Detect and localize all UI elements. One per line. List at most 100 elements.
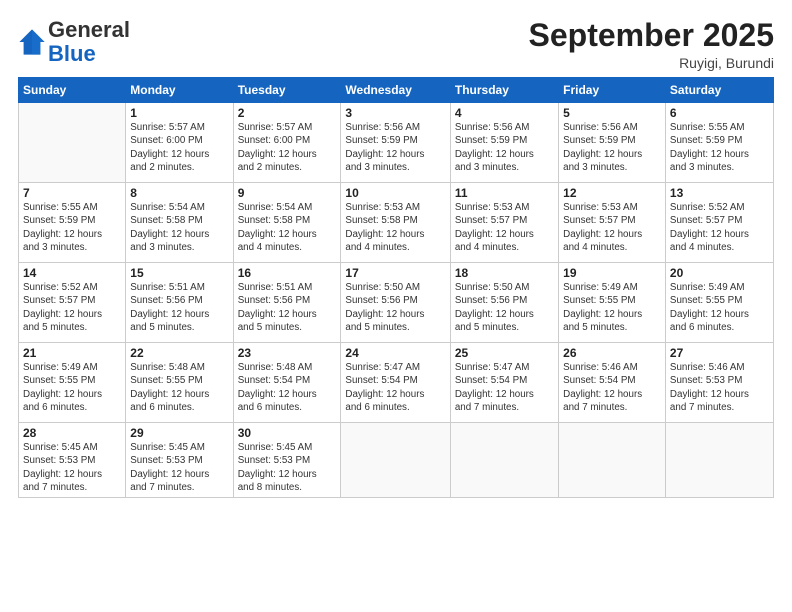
col-header-thursday: Thursday <box>450 78 558 103</box>
day-cell: 21Sunrise: 5:49 AM Sunset: 5:55 PM Dayli… <box>19 343 126 423</box>
logo-line1: General <box>48 17 130 42</box>
day-cell: 24Sunrise: 5:47 AM Sunset: 5:54 PM Dayli… <box>341 343 450 423</box>
day-cell: 7Sunrise: 5:55 AM Sunset: 5:59 PM Daylig… <box>19 183 126 263</box>
day-cell: 12Sunrise: 5:53 AM Sunset: 5:57 PM Dayli… <box>559 183 666 263</box>
day-info: Sunrise: 5:50 AM Sunset: 5:56 PM Dayligh… <box>455 281 554 334</box>
location: Ruyigi, Burundi <box>529 55 774 71</box>
week-row-2: 7Sunrise: 5:55 AM Sunset: 5:59 PM Daylig… <box>19 183 774 263</box>
day-info: Sunrise: 5:52 AM Sunset: 5:57 PM Dayligh… <box>23 281 121 334</box>
day-cell: 26Sunrise: 5:46 AM Sunset: 5:54 PM Dayli… <box>559 343 666 423</box>
day-cell: 15Sunrise: 5:51 AM Sunset: 5:56 PM Dayli… <box>126 263 233 343</box>
day-cell: 9Sunrise: 5:54 AM Sunset: 5:58 PM Daylig… <box>233 183 341 263</box>
col-header-wednesday: Wednesday <box>341 78 450 103</box>
day-cell: 3Sunrise: 5:56 AM Sunset: 5:59 PM Daylig… <box>341 103 450 183</box>
day-number: 3 <box>345 106 445 120</box>
day-cell: 16Sunrise: 5:51 AM Sunset: 5:56 PM Dayli… <box>233 263 341 343</box>
day-info: Sunrise: 5:45 AM Sunset: 5:53 PM Dayligh… <box>130 441 228 494</box>
day-number: 28 <box>23 426 121 440</box>
day-cell: 30Sunrise: 5:45 AM Sunset: 5:53 PM Dayli… <box>233 423 341 498</box>
day-info: Sunrise: 5:49 AM Sunset: 5:55 PM Dayligh… <box>23 361 121 414</box>
day-number: 5 <box>563 106 661 120</box>
day-info: Sunrise: 5:45 AM Sunset: 5:53 PM Dayligh… <box>238 441 337 494</box>
day-info: Sunrise: 5:55 AM Sunset: 5:59 PM Dayligh… <box>23 201 121 254</box>
day-info: Sunrise: 5:49 AM Sunset: 5:55 PM Dayligh… <box>563 281 661 334</box>
day-info: Sunrise: 5:51 AM Sunset: 5:56 PM Dayligh… <box>238 281 337 334</box>
day-number: 13 <box>670 186 769 200</box>
day-number: 8 <box>130 186 228 200</box>
day-info: Sunrise: 5:53 AM Sunset: 5:57 PM Dayligh… <box>455 201 554 254</box>
day-cell: 10Sunrise: 5:53 AM Sunset: 5:58 PM Dayli… <box>341 183 450 263</box>
day-number: 12 <box>563 186 661 200</box>
day-info: Sunrise: 5:48 AM Sunset: 5:55 PM Dayligh… <box>130 361 228 414</box>
week-row-3: 14Sunrise: 5:52 AM Sunset: 5:57 PM Dayli… <box>19 263 774 343</box>
day-number: 20 <box>670 266 769 280</box>
month-title: September 2025 <box>529 18 774 53</box>
day-cell: 19Sunrise: 5:49 AM Sunset: 5:55 PM Dayli… <box>559 263 666 343</box>
day-number: 18 <box>455 266 554 280</box>
day-number: 17 <box>345 266 445 280</box>
day-info: Sunrise: 5:53 AM Sunset: 5:57 PM Dayligh… <box>563 201 661 254</box>
day-cell: 17Sunrise: 5:50 AM Sunset: 5:56 PM Dayli… <box>341 263 450 343</box>
day-cell: 18Sunrise: 5:50 AM Sunset: 5:56 PM Dayli… <box>450 263 558 343</box>
day-number: 11 <box>455 186 554 200</box>
day-info: Sunrise: 5:48 AM Sunset: 5:54 PM Dayligh… <box>238 361 337 414</box>
day-number: 19 <box>563 266 661 280</box>
day-cell <box>559 423 666 498</box>
day-info: Sunrise: 5:54 AM Sunset: 5:58 PM Dayligh… <box>238 201 337 254</box>
day-number: 26 <box>563 346 661 360</box>
day-cell <box>341 423 450 498</box>
day-number: 2 <box>238 106 337 120</box>
day-cell: 25Sunrise: 5:47 AM Sunset: 5:54 PM Dayli… <box>450 343 558 423</box>
week-row-4: 21Sunrise: 5:49 AM Sunset: 5:55 PM Dayli… <box>19 343 774 423</box>
week-row-5: 28Sunrise: 5:45 AM Sunset: 5:53 PM Dayli… <box>19 423 774 498</box>
header-row: SundayMondayTuesdayWednesdayThursdayFrid… <box>19 78 774 103</box>
day-cell: 11Sunrise: 5:53 AM Sunset: 5:57 PM Dayli… <box>450 183 558 263</box>
logo-icon <box>18 28 46 56</box>
day-info: Sunrise: 5:45 AM Sunset: 5:53 PM Dayligh… <box>23 441 121 494</box>
day-number: 7 <box>23 186 121 200</box>
day-number: 16 <box>238 266 337 280</box>
day-number: 25 <box>455 346 554 360</box>
day-cell: 20Sunrise: 5:49 AM Sunset: 5:55 PM Dayli… <box>665 263 773 343</box>
day-number: 10 <box>345 186 445 200</box>
day-number: 22 <box>130 346 228 360</box>
day-info: Sunrise: 5:54 AM Sunset: 5:58 PM Dayligh… <box>130 201 228 254</box>
day-cell: 28Sunrise: 5:45 AM Sunset: 5:53 PM Dayli… <box>19 423 126 498</box>
day-info: Sunrise: 5:50 AM Sunset: 5:56 PM Dayligh… <box>345 281 445 334</box>
day-info: Sunrise: 5:49 AM Sunset: 5:55 PM Dayligh… <box>670 281 769 334</box>
day-number: 21 <box>23 346 121 360</box>
day-info: Sunrise: 5:46 AM Sunset: 5:54 PM Dayligh… <box>563 361 661 414</box>
day-number: 29 <box>130 426 228 440</box>
day-cell: 29Sunrise: 5:45 AM Sunset: 5:53 PM Dayli… <box>126 423 233 498</box>
week-row-1: 1Sunrise: 5:57 AM Sunset: 6:00 PM Daylig… <box>19 103 774 183</box>
day-info: Sunrise: 5:57 AM Sunset: 6:00 PM Dayligh… <box>130 121 228 174</box>
day-cell: 2Sunrise: 5:57 AM Sunset: 6:00 PM Daylig… <box>233 103 341 183</box>
col-header-monday: Monday <box>126 78 233 103</box>
day-info: Sunrise: 5:52 AM Sunset: 5:57 PM Dayligh… <box>670 201 769 254</box>
header: General Blue September 2025 Ruyigi, Buru… <box>18 18 774 71</box>
day-cell: 14Sunrise: 5:52 AM Sunset: 5:57 PM Dayli… <box>19 263 126 343</box>
day-info: Sunrise: 5:47 AM Sunset: 5:54 PM Dayligh… <box>345 361 445 414</box>
logo: General Blue <box>18 18 130 66</box>
day-info: Sunrise: 5:51 AM Sunset: 5:56 PM Dayligh… <box>130 281 228 334</box>
day-info: Sunrise: 5:46 AM Sunset: 5:53 PM Dayligh… <box>670 361 769 414</box>
col-header-friday: Friday <box>559 78 666 103</box>
day-info: Sunrise: 5:53 AM Sunset: 5:58 PM Dayligh… <box>345 201 445 254</box>
day-number: 4 <box>455 106 554 120</box>
day-cell <box>19 103 126 183</box>
col-header-sunday: Sunday <box>19 78 126 103</box>
day-info: Sunrise: 5:56 AM Sunset: 5:59 PM Dayligh… <box>345 121 445 174</box>
day-info: Sunrise: 5:47 AM Sunset: 5:54 PM Dayligh… <box>455 361 554 414</box>
day-number: 15 <box>130 266 228 280</box>
day-cell: 23Sunrise: 5:48 AM Sunset: 5:54 PM Dayli… <box>233 343 341 423</box>
day-cell: 22Sunrise: 5:48 AM Sunset: 5:55 PM Dayli… <box>126 343 233 423</box>
day-cell <box>665 423 773 498</box>
day-number: 6 <box>670 106 769 120</box>
day-number: 30 <box>238 426 337 440</box>
day-info: Sunrise: 5:56 AM Sunset: 5:59 PM Dayligh… <box>563 121 661 174</box>
day-number: 1 <box>130 106 228 120</box>
col-header-tuesday: Tuesday <box>233 78 341 103</box>
page: General Blue September 2025 Ruyigi, Buru… <box>0 0 792 612</box>
col-header-saturday: Saturday <box>665 78 773 103</box>
day-number: 9 <box>238 186 337 200</box>
